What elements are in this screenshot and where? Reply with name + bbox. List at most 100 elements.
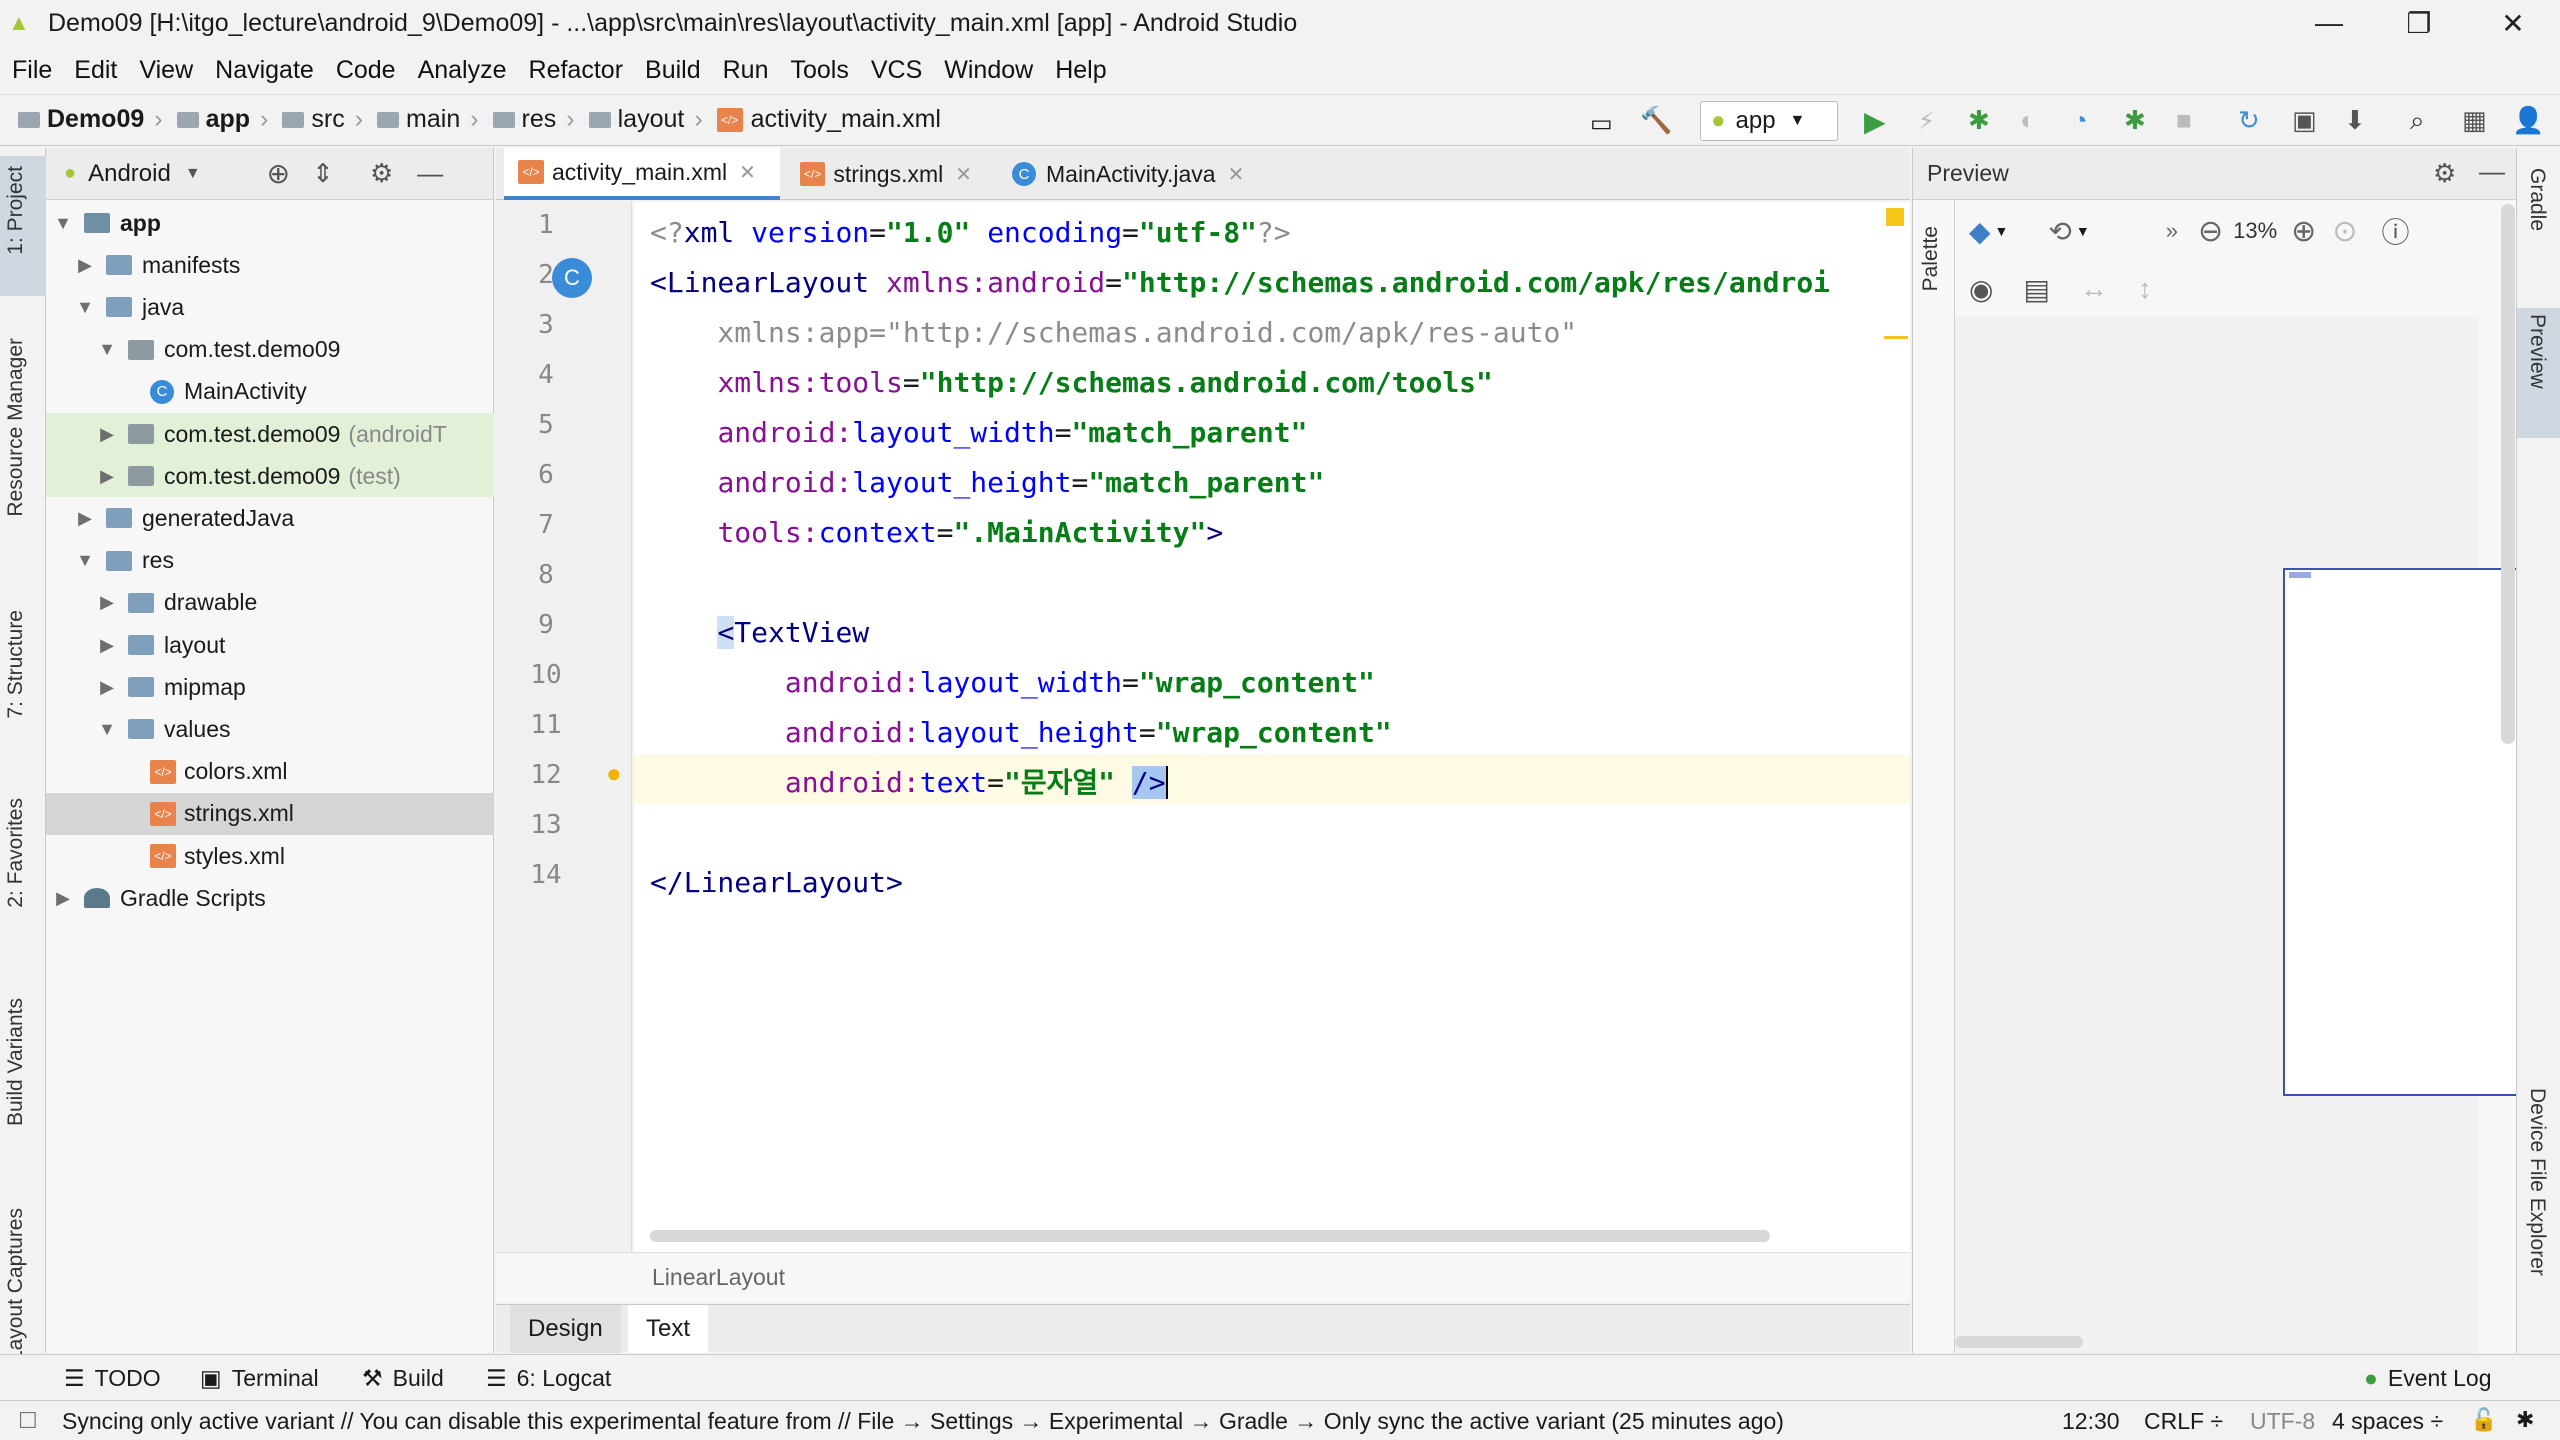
sync-gradle-icon[interactable]: ↻ xyxy=(2238,105,2260,136)
crumb-project[interactable]: Demo09 › xyxy=(18,105,169,134)
line-number[interactable]: 4 xyxy=(526,360,566,390)
tab-resource-manager[interactable]: Resource Manager xyxy=(4,338,28,517)
tree-item[interactable]: ▶ Gradle Scripts xyxy=(46,877,494,919)
menu-refactor[interactable]: Refactor xyxy=(529,56,623,85)
crumb-layout[interactable]: layout › xyxy=(588,105,709,134)
intention-bulb-icon[interactable]: ● xyxy=(606,758,622,789)
menu-build[interactable]: Build xyxy=(645,56,701,85)
crumb-file[interactable]: </> activity_main.xml xyxy=(716,105,941,134)
tree-item[interactable]: ▼ com.test.demo09 xyxy=(46,329,494,371)
chevron-right-icon[interactable]: ▶ xyxy=(98,424,116,445)
search-icon[interactable]: ⌕ xyxy=(2410,105,2425,137)
layers-icon[interactable]: ◆ xyxy=(1969,215,1991,248)
code-line-5[interactable]: android:layout_width="match_parent" xyxy=(650,408,1307,458)
chevron-down-icon[interactable]: ▼ xyxy=(76,297,94,318)
chevron-right-icon[interactable]: ▶ xyxy=(54,888,72,909)
crumb-res[interactable]: res › xyxy=(492,105,581,134)
zoom-fit-icon[interactable]: ⊙ xyxy=(2332,214,2357,249)
tab-layout-captures[interactable]: Layout Captures xyxy=(4,1208,28,1362)
tab-strings[interactable]: </> strings.xml ✕ xyxy=(786,148,986,200)
tree-item[interactable]: ▼ values xyxy=(46,708,494,750)
minimize-button[interactable]: — xyxy=(2284,0,2374,46)
close-window-button[interactable]: ✕ xyxy=(2468,0,2558,46)
menu-window[interactable]: Window xyxy=(944,56,1033,85)
warning-stripe[interactable] xyxy=(1884,336,1908,339)
caret-position[interactable]: 12:30 xyxy=(2062,1408,2120,1435)
tree-item[interactable]: C MainActivity xyxy=(46,371,494,413)
line-number[interactable]: 10 xyxy=(526,660,566,690)
line-number[interactable]: 11 xyxy=(526,710,566,740)
run-config-dropdown[interactable]: ● app ▼ xyxy=(1700,101,1838,141)
indent-setting[interactable]: 4 spaces ÷ xyxy=(2332,1408,2443,1435)
textview-render[interactable] xyxy=(2289,572,2311,578)
sdk-manager-icon[interactable]: ⬇ xyxy=(2344,105,2366,136)
chevron-right-icon[interactable]: ▶ xyxy=(98,635,116,656)
chevron-right-icon[interactable]: ▶ xyxy=(98,677,116,698)
line-separator[interactable]: CRLF ÷ xyxy=(2144,1408,2223,1435)
chevron-right-icon[interactable]: ▶ xyxy=(98,466,116,487)
chevron-right-icon[interactable]: ▶ xyxy=(76,508,94,529)
apply-changes-icon[interactable]: ⚡ xyxy=(1918,107,1935,136)
menu-run[interactable]: Run xyxy=(723,56,769,85)
tree-item[interactable]: ▶ generatedJava xyxy=(46,497,494,539)
info-icon[interactable]: ⓘ xyxy=(2381,211,2409,251)
zoom-in-icon[interactable]: ⊕ xyxy=(2291,214,2316,249)
preview-horizontal-scrollbar[interactable] xyxy=(1955,1336,2083,1348)
vertical-scrollbar[interactable] xyxy=(2501,204,2515,744)
line-number[interactable]: 1 xyxy=(526,210,566,240)
menu-tools[interactable]: Tools xyxy=(790,56,848,85)
chevron-down-icon[interactable]: ▼ xyxy=(185,165,201,183)
project-structure-icon[interactable]: ▦ xyxy=(2462,105,2487,136)
editor-breadcrumb[interactable]: LinearLayout xyxy=(496,1252,1910,1302)
palette-tab[interactable]: Palette xyxy=(1919,226,1943,291)
tree-item[interactable]: ▼ app xyxy=(46,202,494,244)
inspector-icon[interactable]: ✱ xyxy=(2516,1407,2534,1433)
project-view-selector[interactable]: Android xyxy=(88,160,171,188)
preview-canvas[interactable] xyxy=(1955,316,2560,1353)
tree-item[interactable]: ▶ drawable xyxy=(46,582,494,624)
tree-item[interactable]: </> colors.xml xyxy=(46,751,494,793)
tool-build[interactable]: ⚒ Build xyxy=(362,1365,444,1392)
tab-preview[interactable]: Preview xyxy=(2525,314,2549,389)
make-project-icon[interactable]: 🔨 xyxy=(1640,105,1672,136)
line-number[interactable]: 14 xyxy=(526,860,566,890)
chevron-down-icon[interactable]: ▼ xyxy=(76,550,94,571)
coverage-icon[interactable]: ◐ xyxy=(2020,105,2036,136)
menu-navigate[interactable]: Navigate xyxy=(215,56,314,85)
tab-favorites[interactable]: 2: Favorites xyxy=(4,798,28,908)
more-icon[interactable]: » xyxy=(2166,218,2178,244)
related-class-icon[interactable]: C xyxy=(552,258,592,298)
tree-item[interactable]: ▼ res xyxy=(46,540,494,582)
tree-item[interactable]: ▼ java xyxy=(46,286,494,328)
line-number[interactable]: 12 xyxy=(526,760,566,790)
code-line-9[interactable]: <TextView xyxy=(650,608,869,658)
chevron-right-icon[interactable]: ▶ xyxy=(98,592,116,613)
horizontal-scrollbar[interactable] xyxy=(650,1230,1770,1242)
tree-item[interactable]: ▶ manifests xyxy=(46,244,494,286)
hide-panel-icon[interactable]: — xyxy=(2479,156,2505,187)
crumb-src[interactable]: src › xyxy=(282,105,369,134)
code-line-6[interactable]: android:layout_height="match_parent" xyxy=(650,458,1324,508)
line-number[interactable]: 5 xyxy=(526,410,566,440)
user-icon[interactable]: 👤 xyxy=(2512,105,2544,136)
code-line-3[interactable]: xmlns:app="http://schemas.android.com/ap… xyxy=(650,308,1577,358)
tab-text[interactable]: Text xyxy=(628,1305,709,1353)
menu-vcs[interactable]: VCS xyxy=(871,56,922,85)
lock-icon[interactable]: 🔓 xyxy=(2470,1407,2497,1433)
menu-analyze[interactable]: Analyze xyxy=(418,56,507,85)
avd-manager-icon[interactable]: ▣ xyxy=(2292,105,2317,136)
gear-icon[interactable]: ⚙ xyxy=(370,158,393,189)
line-number[interactable]: 8 xyxy=(526,560,566,590)
tab-design[interactable]: Design xyxy=(510,1305,621,1353)
chevron-right-icon[interactable]: ▶ xyxy=(76,255,94,276)
run-icon[interactable]: ▶ xyxy=(1864,105,1886,138)
profile-icon[interactable]: ◔ xyxy=(2072,105,2088,136)
close-icon[interactable]: ✕ xyxy=(739,160,756,185)
tree-item[interactable]: </> styles.xml xyxy=(46,835,494,877)
chevron-down-icon[interactable]: ▼ xyxy=(2076,223,2090,239)
eye-icon[interactable]: ◉ xyxy=(1969,273,1993,306)
line-number[interactable]: 9 xyxy=(526,610,566,640)
layout-icon[interactable]: ▭ xyxy=(1590,109,1613,138)
tab-project[interactable]: 1: Project xyxy=(4,166,28,255)
orientation-icon[interactable]: ⟲ xyxy=(2048,215,2071,248)
